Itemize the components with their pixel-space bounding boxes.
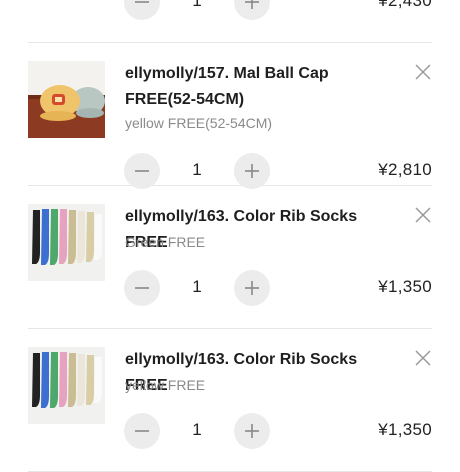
cart-item: ellymolly/163. Color Rib Socks FREE Gree… bbox=[28, 186, 432, 329]
product-thumbnail[interactable] bbox=[28, 204, 105, 281]
increase-quantity-button[interactable] bbox=[234, 153, 270, 189]
decrease-quantity-button[interactable] bbox=[124, 153, 160, 189]
plus-icon bbox=[245, 424, 259, 438]
quantity-value: 1 bbox=[192, 277, 202, 296]
close-icon bbox=[415, 350, 431, 366]
cart-item-list: 1 ¥2,430 ellymolly/157. Mal Ball Cap FRE… bbox=[0, 0, 460, 472]
plus-icon bbox=[245, 0, 259, 9]
quantity-value: 1 bbox=[192, 420, 202, 439]
quantity-value: 1 bbox=[192, 160, 202, 179]
plus-icon bbox=[245, 164, 259, 178]
cart-item: 1 ¥2,430 bbox=[28, 0, 432, 43]
plus-icon bbox=[245, 281, 259, 295]
quantity-value: 1 bbox=[192, 0, 202, 10]
cart-item: ellymolly/157. Mal Ball Cap FREE(52-54CM… bbox=[28, 43, 432, 189]
product-title[interactable]: ellymolly/157. Mal Ball Cap FREE(52-54CM… bbox=[125, 61, 391, 113]
decrease-quantity-button[interactable] bbox=[124, 413, 160, 449]
product-variant: yellow FREE(52-54CM) bbox=[125, 115, 273, 131]
increase-quantity-button[interactable] bbox=[234, 0, 270, 20]
ball-caps-photo bbox=[28, 61, 105, 138]
product-variant: yellow FREE bbox=[125, 377, 206, 393]
socks-photo bbox=[28, 347, 105, 424]
remove-item-button[interactable] bbox=[414, 63, 432, 81]
minus-icon bbox=[135, 1, 149, 3]
decrease-quantity-button[interactable] bbox=[124, 270, 160, 306]
item-price: ¥2,810 bbox=[378, 160, 432, 179]
item-price: ¥1,350 bbox=[378, 277, 432, 296]
cart-item: ellymolly/163. Color Rib Socks FREE yell… bbox=[28, 329, 432, 472]
close-icon bbox=[415, 64, 431, 80]
socks-photo bbox=[28, 204, 105, 281]
minus-icon bbox=[135, 170, 149, 172]
remove-item-button[interactable] bbox=[414, 206, 432, 224]
product-thumbnail[interactable] bbox=[28, 347, 105, 424]
increase-quantity-button[interactable] bbox=[234, 270, 270, 306]
decrease-quantity-button[interactable] bbox=[124, 0, 160, 20]
close-icon bbox=[415, 207, 431, 223]
minus-icon bbox=[135, 287, 149, 289]
product-thumbnail[interactable] bbox=[28, 61, 105, 138]
item-price: ¥2,430 bbox=[378, 0, 432, 10]
increase-quantity-button[interactable] bbox=[234, 413, 270, 449]
item-price: ¥1,350 bbox=[378, 420, 432, 439]
remove-item-button[interactable] bbox=[414, 349, 432, 367]
minus-icon bbox=[135, 430, 149, 432]
product-variant: Green FREE bbox=[125, 234, 206, 250]
